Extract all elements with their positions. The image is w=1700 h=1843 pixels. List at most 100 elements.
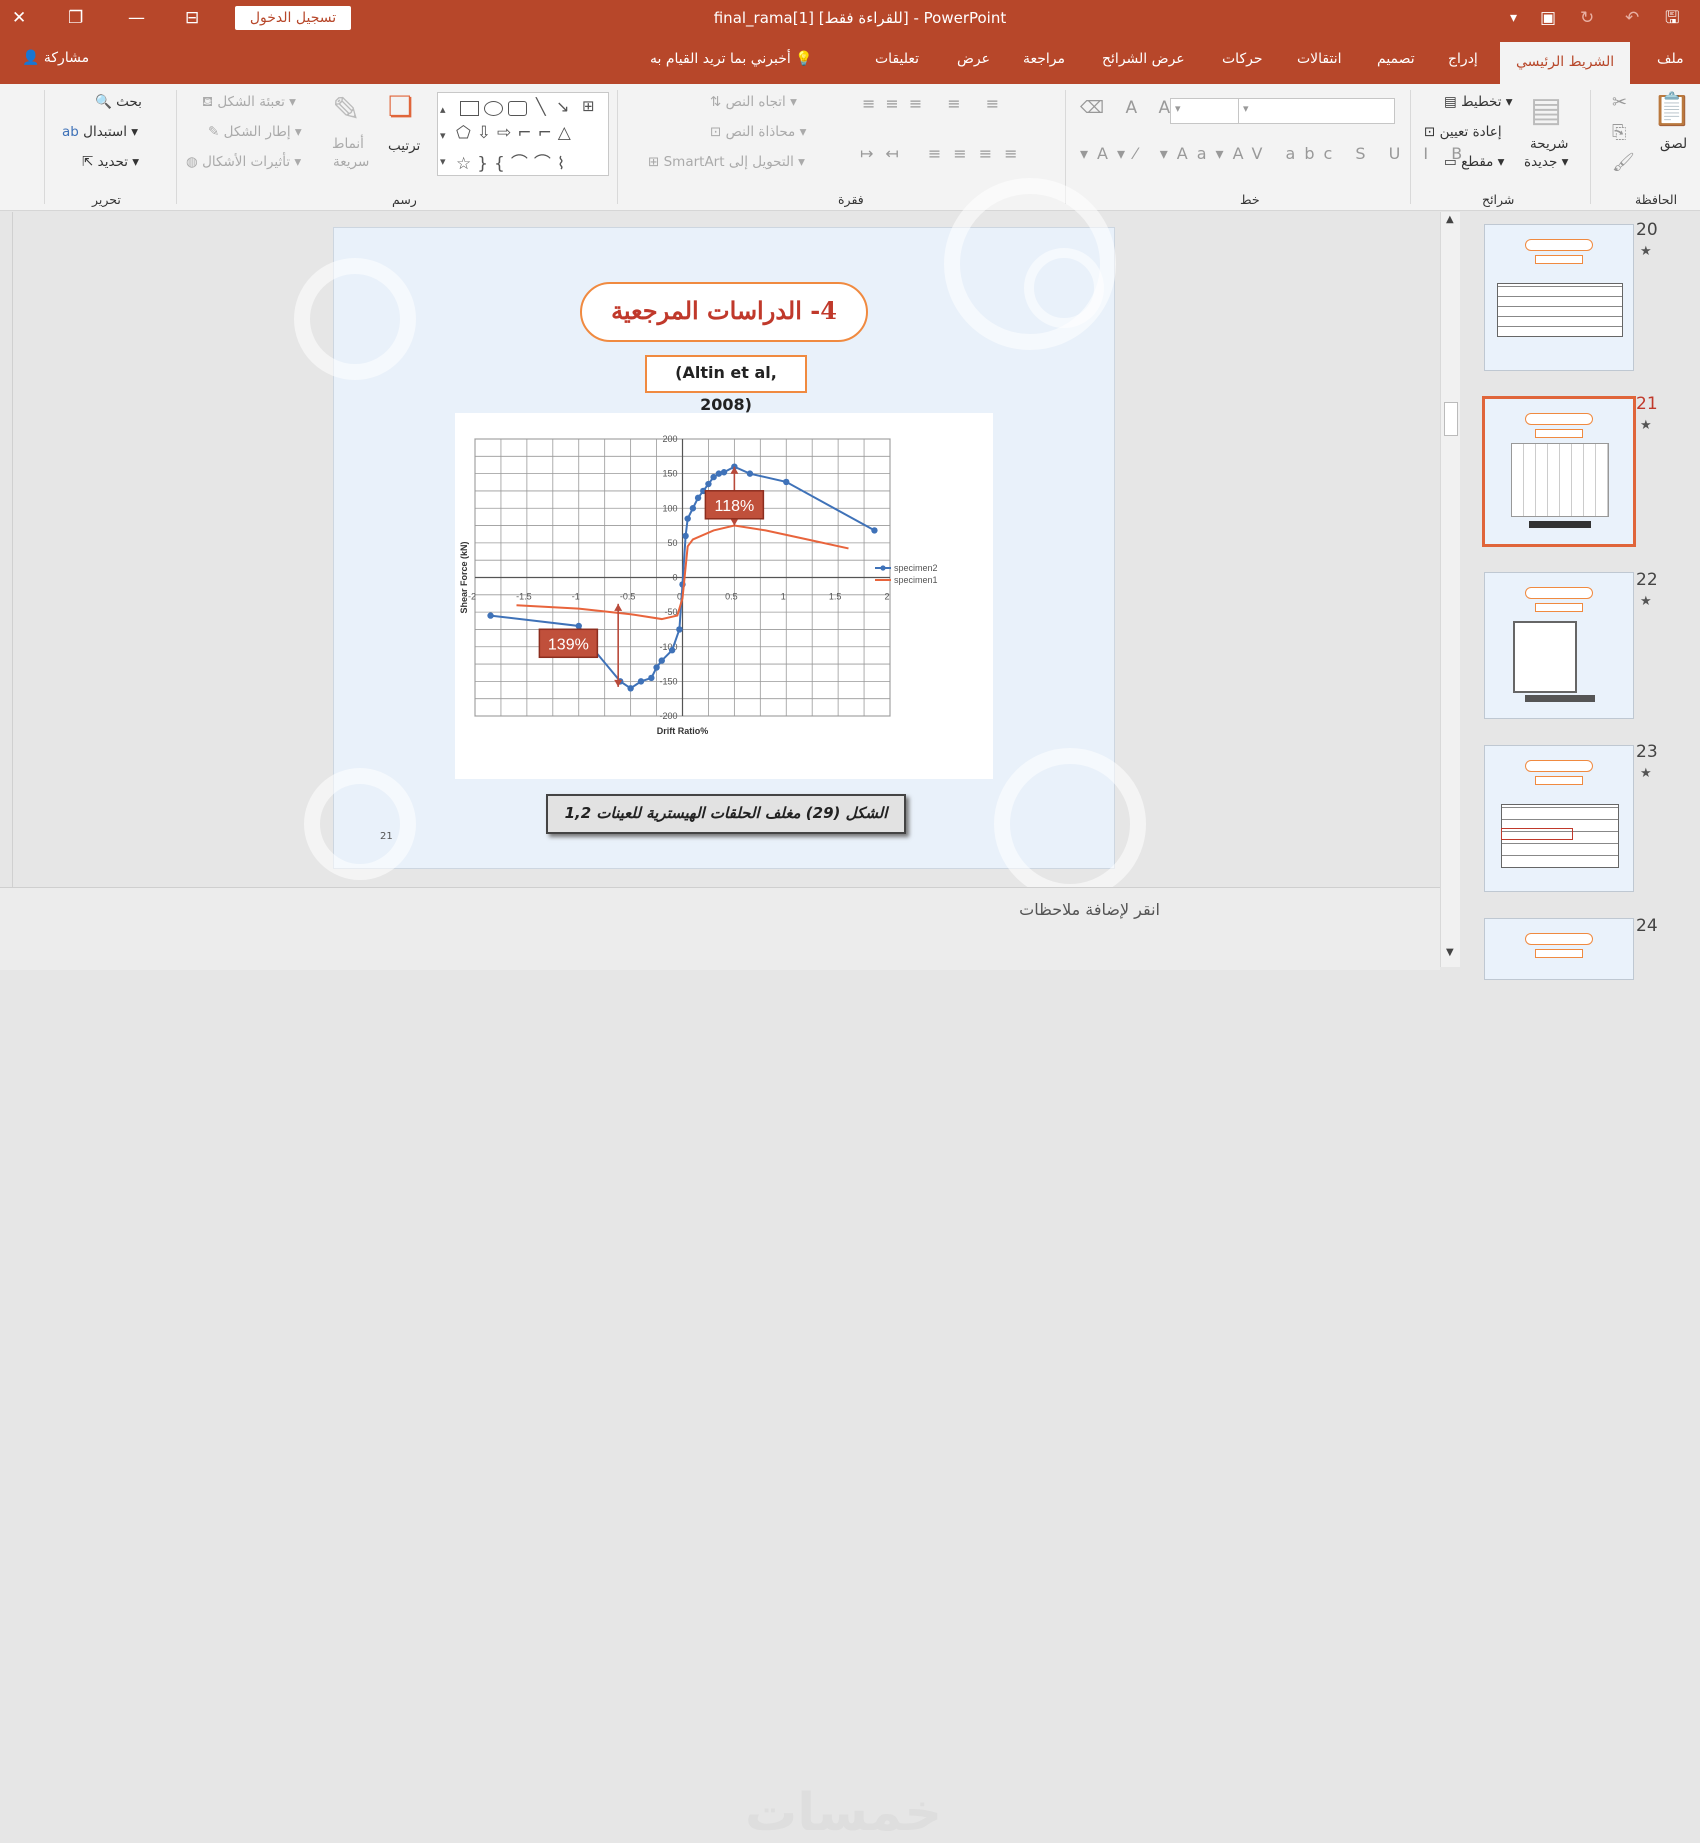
shapes-row2-icon[interactable]: ⬠⇩⇨⌐⌐△ [456,123,577,143]
quick-styles-icon[interactable]: ✎ [332,90,361,130]
new-slide-label-2[interactable]: ▾ جديدة [1524,154,1568,170]
slide-thumbnail[interactable] [1484,572,1634,719]
close-icon[interactable]: ✕ [12,8,26,28]
font-size-buttons-icon[interactable]: ⌫ A A [1080,98,1178,118]
y-tick-label: 0 [672,573,677,583]
shape-outline-button[interactable]: ▾ إطار الشكل ✎ [208,124,302,140]
find-button[interactable]: بحث 🔍 [95,94,142,110]
thumb-citation [1535,429,1583,438]
signin-button[interactable]: تسجيل الدخول [235,6,351,30]
select-button[interactable]: ▾ تحديد ⇱ [82,154,139,170]
arrange-icon[interactable]: ❏ [388,90,413,123]
tab-transitions[interactable]: انتقالات [1297,51,1342,67]
scroll-down-icon[interactable]: ▼ [1446,947,1454,958]
gallery-scroll-icon[interactable]: ▴ ▾ ▾ [440,97,446,175]
slide-canvas[interactable]: 4- الدراسات المرجعية (Altin et al, 2008)… [294,178,1146,900]
font-size-input[interactable]: ▾ [1170,98,1240,124]
oval-shape-icon[interactable] [484,101,503,116]
section-button[interactable]: ▾ مقطع ▭ [1444,154,1504,170]
data-point-specimen2 [720,469,728,476]
tell-me-search[interactable]: 💡 أخبرني بما تريد القيام به [650,51,813,67]
notes-placeholder[interactable]: انقر لإضافة ملاحظات [1019,900,1160,919]
thumb-highlight [1501,828,1573,840]
tab-file[interactable]: ملف [1657,51,1684,67]
lightbulb-icon: 💡 [795,51,813,67]
redo-icon[interactable]: ↻ [1580,8,1594,28]
font-name-input[interactable]: ▾ [1238,98,1395,124]
thumb-citation [1535,949,1583,958]
shapes-row3-icon[interactable]: ☆}{⌒⌒⌇ [456,149,571,174]
slide-thumbnail[interactable] [1484,745,1634,892]
share-button[interactable]: 👤 مشاركة [22,50,89,66]
data-point-specimen2 [684,515,691,522]
start-slideshow-icon[interactable]: ▣ [1540,8,1556,28]
arrow-shape-icon[interactable]: ↘ [556,97,569,116]
rectangle-shape-icon[interactable] [460,101,479,116]
shapes-gallery[interactable]: ╲ ↘ ⊞ ⬠⇩⇨⌐⌐△ ☆}{⌒⌒⌇ ▴ ▾ ▾ [437,92,609,176]
thumb-title [1525,413,1593,425]
data-point-specimen2 [653,664,660,671]
legend-label: specimen1 [894,575,938,585]
paint-bucket-icon: ⛾ [202,94,214,110]
data-point-specimen2 [575,622,582,630]
tab-comments[interactable]: تعليقات [875,51,919,67]
text-direction-icon: ⇅ [710,94,722,110]
scroll-up-icon[interactable]: ▲ [1446,214,1454,225]
tab-slideshow[interactable]: عرض الشرائح [1102,51,1185,67]
slide-thumbnail[interactable] [1484,918,1634,980]
figure-caption[interactable]: الشكل (29) مغلف الحلقات الهيسترية للعينا… [546,794,906,834]
rounded-rect-shape-icon[interactable] [508,101,527,116]
data-point-specimen2 [487,612,494,619]
textbox-shape-icon[interactable]: ⊞ [582,97,595,115]
paste-icon[interactable]: 📋 [1652,90,1692,128]
animation-star-icon: ★ [1640,594,1652,609]
legend-marker [880,565,886,571]
minimize-icon[interactable]: — [128,8,145,28]
citation-box[interactable]: (Altin et al, 2008) [645,355,807,414]
tab-review[interactable]: مراجعة [1023,51,1065,67]
copy-icon[interactable]: ⎘ [1612,122,1626,143]
restore-icon[interactable]: ❐ [68,8,83,28]
font-format-buttons-icon[interactable]: ▾A▾⁄ ▾Aa▾AV abc S U I B [1080,144,1471,163]
tab-insert[interactable]: إدراج [1448,51,1478,67]
slide-thumbnail-selected[interactable] [1482,396,1636,547]
hysteresis-chart[interactable]: -2 -1.5 -1 -0.5 0 0.5 1 1.5 2 -200 -150 -100 -50 0 50 1… [455,413,993,779]
animation-star-icon: ★ [1640,418,1652,433]
group-label-drawing: رسم [392,192,417,207]
shape-fill-button[interactable]: ▾ تعبئة الشكل ⛾ [202,94,296,112]
tab-home[interactable]: الشريط الرئيسي [1500,42,1631,84]
scroll-thumb[interactable] [1444,402,1458,436]
line-shape-icon[interactable]: ╲ [536,97,546,116]
shape-effects-button[interactable]: ▾ تأثيرات الأشكال ◍ [186,154,301,170]
paragraph-buttons-row1-icon[interactable]: ≡≡≡ ≡ ≡ [862,94,1009,113]
tab-view[interactable]: عرض [957,51,990,67]
paragraph-align-row-icon[interactable]: ↦↤ ≡≡≡≡ [860,144,1030,163]
arrange-button[interactable]: ترتيب [388,138,420,154]
smartart-button[interactable]: ▾ التحويل إلى SmartArt ⊞ [648,154,805,170]
cut-icon[interactable]: ✂ [1612,92,1627,113]
format-painter-icon[interactable]: 🖌 [1612,152,1635,173]
undo-icon[interactable]: ↶ [1625,8,1639,28]
text-direction-button[interactable]: ▾ اتجاه النص ⇅ [710,94,797,110]
ribbon-display-options-icon[interactable]: ⊟ [185,8,199,28]
new-slide-label[interactable]: شريحة [1530,136,1568,152]
tab-animations[interactable]: حركات [1222,51,1263,67]
tab-design[interactable]: تصميم [1377,51,1415,67]
new-slide-icon[interactable]: ▤ [1530,90,1562,130]
layout-button[interactable]: ▾ تخطيط ▤ [1444,94,1513,110]
slide-title[interactable]: 4- الدراسات المرجعية [580,282,868,342]
paste-button[interactable]: لصق [1660,136,1687,152]
slide-thumbnail[interactable] [1484,224,1634,371]
save-icon[interactable]: 🖫 [1665,8,1679,28]
slide-panel-scrollbar[interactable]: ▲ ▼ [1440,212,1460,967]
x-tick-label: -1.5 [516,592,532,602]
decorative-circle [1024,248,1104,328]
replace-button[interactable]: ▾ استبدال ab [62,124,138,140]
notes-pane[interactable]: انقر لإضافة ملاحظات خمسات [0,888,1440,1843]
align-text-icon: ⊡ [710,124,722,140]
x-axis-label: Drift Ratio% [657,726,709,736]
align-text-button[interactable]: ▾ محاذاة النص ⊡ [710,124,806,140]
customize-toolbar-icon[interactable]: ▾ [1510,8,1517,28]
ribbon: بحث 🔍 ▾ استبدال ab ▾ تحديد ⇱ تحرير ▾ تعب… [0,84,1700,211]
reset-button[interactable]: إعادة تعيين ⊡ [1424,124,1502,140]
